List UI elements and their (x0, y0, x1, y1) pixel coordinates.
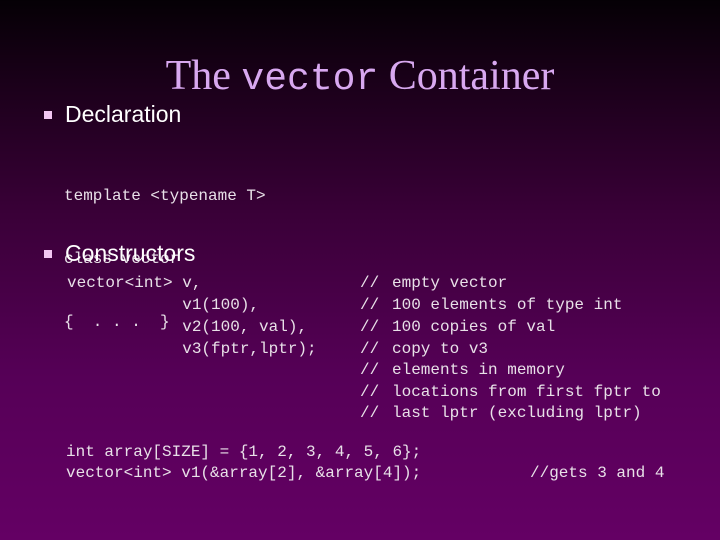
comment-text: 100 copies of val (392, 318, 556, 336)
comment-text: copy to v3 (392, 340, 489, 358)
example-line-1: int array[SIZE] = {1, 2, 3, 4, 5, 6}; (66, 443, 422, 461)
example-line-2-comment: //gets 3 and 4 (530, 464, 665, 482)
comment-marker: // (360, 296, 380, 314)
comment-text: locations from first fptr to (392, 383, 661, 401)
square-bullet-icon (44, 249, 52, 258)
code-decl: vector<int> v, (67, 274, 202, 292)
comment-text: elements in memory (392, 361, 565, 379)
square-bullet-icon (44, 110, 52, 119)
bullet-heading: Constructors (65, 240, 196, 266)
code-decl: v2(100, val), (67, 318, 308, 336)
slide-title: The vector Container (0, 52, 720, 104)
bullet-declaration: Declaration (44, 101, 181, 128)
comment-marker: // (360, 340, 380, 358)
title-text-before: The (165, 53, 242, 99)
comment-marker: // (360, 404, 380, 422)
comment-text: 100 elements of type int (392, 296, 623, 314)
comment-marker: // (360, 383, 380, 401)
code-decl: v3(fptr,lptr); (67, 340, 317, 358)
comment-marker: // (360, 361, 380, 379)
comment-marker: // (360, 318, 380, 336)
example-line-2: vector<int> v1(&array[2], &array[4]); (66, 464, 422, 482)
title-text-after: Container (378, 53, 555, 99)
bullet-heading: Declaration (65, 101, 182, 127)
code-line: template <typename T> (64, 187, 266, 205)
comment-text: last lptr (excluding lptr) (392, 404, 642, 422)
title-code: vector (241, 58, 379, 101)
comment-marker: // (360, 274, 380, 292)
code-decl: v1(100), (67, 296, 260, 314)
comment-text: empty vector (392, 274, 508, 292)
bullet-constructors: Constructors (44, 240, 195, 267)
